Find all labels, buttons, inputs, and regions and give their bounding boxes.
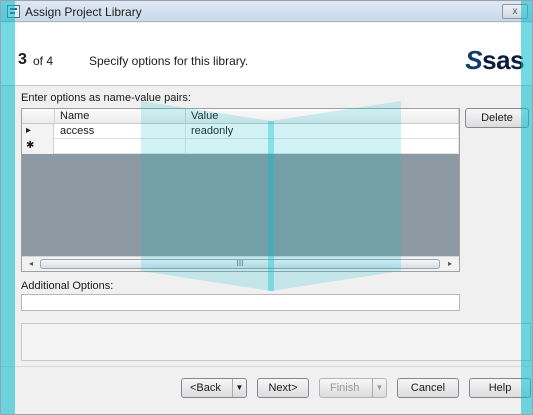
- additional-options-label: Additional Options:: [21, 280, 114, 292]
- step-number: 3: [18, 51, 27, 68]
- back-dropdown-icon[interactable]: ▼: [232, 379, 246, 397]
- options-grid[interactable]: Name Value ▸ access readonly ✱ ◂ III ▸: [21, 108, 460, 272]
- next-button[interactable]: Next>: [257, 378, 309, 398]
- header-divider: [1, 85, 532, 86]
- current-row-indicator: ▸: [22, 124, 54, 139]
- assign-library-dialog: Assign Project Library x 3 of 4 Specify …: [0, 0, 533, 415]
- watermark-bar-right: [521, 1, 532, 414]
- step-total: of 4: [33, 54, 54, 68]
- delete-button[interactable]: Delete: [465, 108, 529, 128]
- message-area: [21, 323, 531, 361]
- wizard-footer: <Back ▼ Next> Finish ▼ Cancel Help: [1, 366, 532, 414]
- window-title: Assign Project Library: [25, 5, 142, 19]
- cancel-button[interactable]: Cancel: [397, 378, 459, 398]
- sas-logo: Ssas: [465, 45, 524, 75]
- new-row[interactable]: ✱: [22, 139, 459, 154]
- finish-button[interactable]: Finish ▼: [319, 378, 387, 398]
- options-label: Enter options as name-value pairs:: [21, 92, 191, 104]
- row-header-corner: [22, 109, 55, 124]
- scroll-left-icon[interactable]: ◂: [24, 258, 38, 270]
- scroll-right-icon[interactable]: ▸: [443, 258, 457, 270]
- new-row-indicator: ✱: [22, 139, 54, 154]
- additional-options-field[interactable]: [21, 294, 460, 311]
- table-row[interactable]: ▸ access readonly: [22, 124, 459, 139]
- column-header-value[interactable]: Value: [186, 109, 459, 124]
- title-bar: Assign Project Library x: [1, 1, 532, 22]
- name-cell[interactable]: access: [55, 124, 186, 139]
- wizard-header: 3 of 4 Specify options for this library.…: [1, 23, 532, 85]
- finish-dropdown-icon[interactable]: ▼: [372, 379, 386, 397]
- value-cell[interactable]: readonly: [186, 124, 459, 139]
- back-label: <Back: [190, 382, 221, 394]
- back-button[interactable]: <Back ▼: [181, 378, 247, 398]
- horizontal-scrollbar[interactable]: ◂ III ▸: [22, 256, 459, 271]
- column-header-name[interactable]: Name: [55, 109, 186, 124]
- step-description: Specify options for this library.: [89, 54, 249, 68]
- watermark-bar-left: [1, 1, 15, 414]
- name-cell[interactable]: [55, 139, 186, 154]
- value-cell[interactable]: [186, 139, 459, 154]
- scroll-thumb[interactable]: III: [40, 259, 440, 269]
- finish-label: Finish: [330, 382, 360, 394]
- grid-header: Name Value: [22, 109, 459, 124]
